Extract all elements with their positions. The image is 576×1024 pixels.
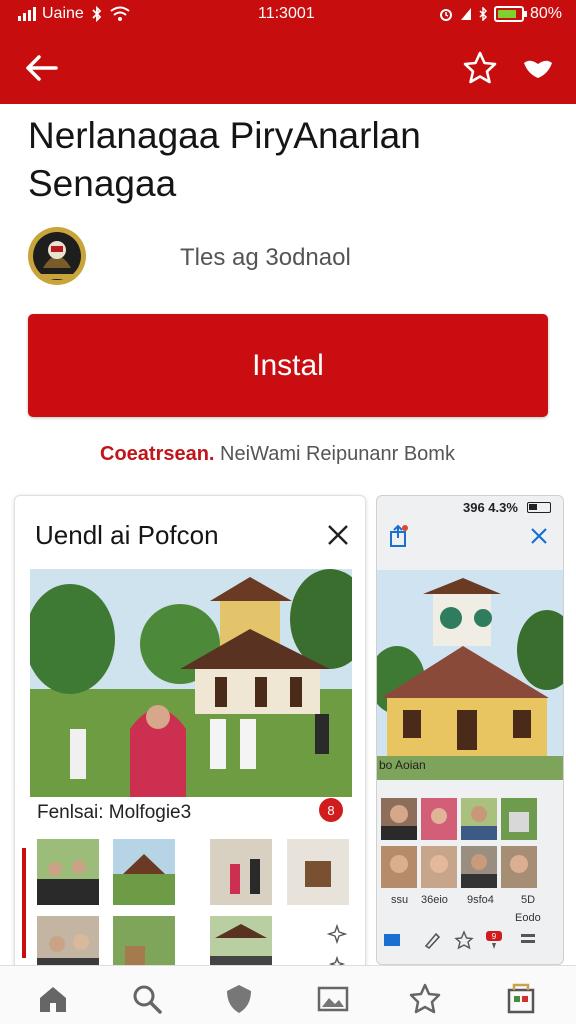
bluetooth-small-icon <box>479 7 488 21</box>
battery-percent: 80% <box>529 5 562 22</box>
home-icon[interactable] <box>36 982 70 1016</box>
developer-logo[interactable] <box>27 224 87 288</box>
search-icon[interactable] <box>130 982 164 1016</box>
notice-highlight[interactable]: Coeatrsean. <box>100 443 215 465</box>
alarm-icon <box>439 9 452 21</box>
photo-caption: Fenlsai: Molfogie3 <box>37 802 192 823</box>
notification-badge-icon[interactable]: 8 <box>317 796 345 824</box>
bottom-navigation <box>0 965 576 1024</box>
avatar-1[interactable] <box>381 798 417 840</box>
phone-tab-badge-icon[interactable]: 9 <box>483 929 505 951</box>
shield-icon[interactable] <box>222 982 256 1016</box>
phone-battery-icon <box>527 502 551 513</box>
signal-small-icon <box>460 8 471 20</box>
thumbnail-4[interactable] <box>287 839 349 905</box>
badge-count: 8 <box>327 803 334 818</box>
grid-label-4: 5D <box>521 894 536 906</box>
carrier-label: Uaine <box>42 5 84 22</box>
village-photo[interactable] <box>30 569 352 797</box>
install-button[interactable]: Instal <box>28 314 548 417</box>
grid-label-5: Eodo <box>515 912 541 924</box>
avatar-2[interactable] <box>421 798 457 840</box>
image-icon[interactable] <box>316 982 350 1016</box>
grid-label-2: 36eio <box>421 894 448 906</box>
apps-icon[interactable] <box>504 982 538 1016</box>
avatar-3[interactable] <box>461 798 497 840</box>
grid-label-1: ssu <box>391 894 409 906</box>
avatar-5[interactable] <box>381 846 417 888</box>
share-icon[interactable] <box>389 524 409 548</box>
thumbnail-1[interactable] <box>37 839 99 905</box>
phone-close-icon[interactable] <box>529 526 549 546</box>
scroll-indicator <box>22 848 26 958</box>
phone-status: 396 4.3% <box>463 500 518 515</box>
screenshot-card-left[interactable]: Uendl ai Pofcon Fenlsai: Molfogie3 8 <box>14 495 366 1000</box>
phone-tab-edit-icon[interactable] <box>421 929 443 951</box>
grid-label-3: 9sfo4 <box>467 894 494 906</box>
notice-text: Coeatrsean. NeiWami Reipunanr Bomk <box>100 443 455 466</box>
phone-tab-menu-icon[interactable] <box>517 929 539 951</box>
close-icon[interactable] <box>325 522 351 548</box>
arrow-left-icon[interactable] <box>22 50 62 86</box>
app-bar: Uaine 11:3001 80% <box>0 0 576 104</box>
battery-icon <box>493 6 527 22</box>
screenshot-card-right[interactable]: 396 4.3% bo Aoian ssu 36eio 9sfo4 5D Eod… <box>376 495 564 965</box>
thumbnail-2[interactable] <box>113 839 175 905</box>
wifi-icon <box>110 6 130 21</box>
clock-tower-photo[interactable] <box>377 570 564 780</box>
avatar-8[interactable] <box>501 846 537 888</box>
app-title: Nerlanagaa PiryAnarlan Senagaa <box>28 115 421 204</box>
phone-tab-home-icon[interactable] <box>381 929 403 951</box>
star-icon[interactable] <box>408 982 442 1016</box>
sparkle-icon[interactable] <box>327 924 347 944</box>
clock: 11:3001 <box>258 5 315 22</box>
signal-icon <box>18 7 36 21</box>
bluetooth-icon <box>92 6 102 22</box>
card-title: Uendl ai Pofcon <box>35 520 219 550</box>
avatar-7[interactable] <box>461 846 497 888</box>
notice-body: NeiWami Reipunanr Bomk <box>214 443 455 465</box>
star-icon[interactable] <box>462 50 498 86</box>
thumbnail-3[interactable] <box>210 839 272 905</box>
phone-caption: bo Aoian <box>379 758 426 772</box>
phone-tab-badge-count: 9 <box>492 932 497 941</box>
avatar-4[interactable] <box>501 798 537 840</box>
avatar-6[interactable] <box>421 846 457 888</box>
developer-name[interactable]: Tles ag 3odnaol <box>180 244 351 272</box>
status-bar: Uaine 11:3001 80% <box>0 0 576 30</box>
heart-icon[interactable] <box>520 54 556 84</box>
phone-tab-star-icon[interactable] <box>453 929 475 951</box>
